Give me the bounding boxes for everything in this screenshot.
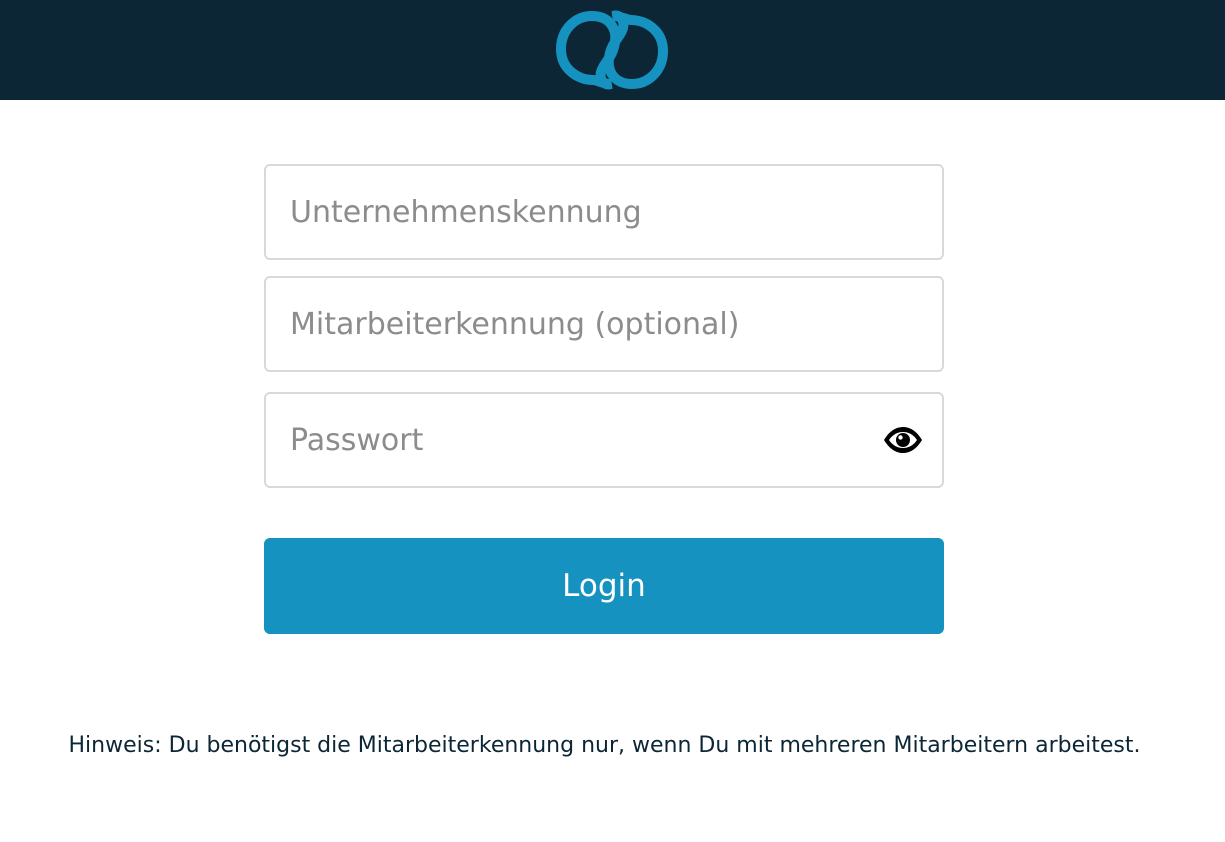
password-field: [264, 392, 944, 488]
hint-text: Hinweis: Du benötigst die Mitarbeiterken…: [68, 733, 1141, 758]
company-id-input[interactable]: [266, 166, 942, 258]
header-bar: [0, 0, 1225, 100]
login-button[interactable]: Login: [264, 538, 944, 634]
employee-id-input[interactable]: [266, 278, 942, 370]
company-id-field: [264, 164, 944, 260]
password-input[interactable]: [266, 394, 942, 486]
eye-icon[interactable]: [882, 425, 924, 455]
employee-id-field: [264, 276, 944, 372]
infinity-logo-icon: [555, 10, 669, 90]
